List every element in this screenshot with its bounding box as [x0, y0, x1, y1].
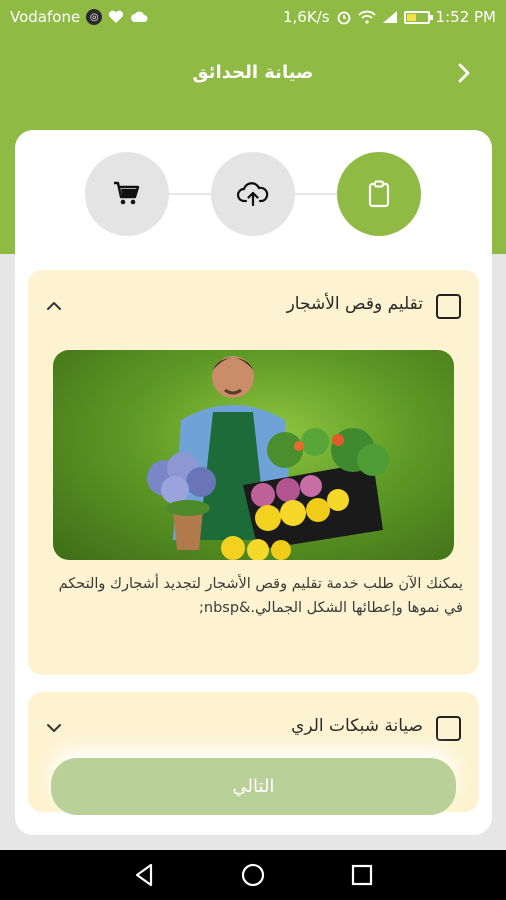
clock: 1:52 PM — [435, 8, 496, 26]
service-checkbox[interactable] — [436, 294, 461, 319]
chevron-up-icon[interactable] — [42, 294, 66, 318]
back-button[interactable] — [452, 58, 476, 88]
service-item-tree-pruning: تقليم وقص الأشجار يمكنك الآن طلب خدمة تق… — [28, 270, 479, 675]
status-bar: Vodafone ◎ 1,6K/s 1:52 PM — [0, 0, 506, 34]
service-title: صيانة شبكات الري — [291, 716, 423, 736]
gardener-photo — [53, 350, 454, 560]
service-header-tree-pruning[interactable]: تقليم وقص الأشجار — [28, 270, 479, 342]
triangle-back-icon — [136, 863, 153, 887]
system-nav-bar — [0, 850, 506, 900]
status-left: Vodafone ◎ — [10, 8, 148, 26]
service-header-irrigation[interactable]: صيانة شبكات الري — [28, 692, 479, 764]
step-upload[interactable] — [211, 152, 295, 236]
cloud-icon — [130, 11, 148, 23]
cloud-upload-icon — [237, 182, 269, 207]
signal-icon — [382, 10, 398, 24]
clipboard-icon — [368, 180, 390, 208]
nav-back-button[interactable] — [124, 855, 164, 895]
main-card: تقليم وقص الأشجار يمكنك الآن طلب خدمة تق… — [15, 130, 492, 835]
stepper — [85, 152, 421, 236]
wifi-icon — [357, 10, 376, 24]
cart-icon — [114, 181, 140, 205]
chevron-down-icon[interactable] — [42, 716, 66, 740]
step-details[interactable] — [337, 152, 421, 236]
next-button[interactable]: التالي — [51, 758, 456, 815]
service-description: يمكنك الآن طلب خدمة تقليم وقص الأشجار لت… — [58, 576, 463, 616]
carrier-name: Vodafone — [10, 8, 81, 26]
step-cart[interactable] — [85, 152, 169, 236]
notification-icon: ◎ — [86, 9, 103, 25]
circle-home-icon — [241, 863, 265, 887]
step-connector — [169, 193, 211, 195]
health-icon — [108, 10, 124, 24]
page-title: صيانة الحدائق — [192, 62, 314, 83]
step-connector — [295, 193, 337, 195]
service-checkbox[interactable] — [436, 716, 461, 741]
alarm-icon — [336, 9, 352, 25]
battery-icon — [403, 10, 433, 24]
status-right: 1,6K/s 1:52 PM — [283, 8, 496, 26]
network-speed: 1,6K/s — [282, 8, 330, 26]
square-recents-icon — [351, 864, 372, 886]
chevron-right-icon — [458, 63, 470, 83]
nav-recents-button[interactable] — [342, 855, 382, 895]
service-title: تقليم وقص الأشجار — [286, 294, 423, 314]
nav-home-button[interactable] — [233, 855, 273, 895]
